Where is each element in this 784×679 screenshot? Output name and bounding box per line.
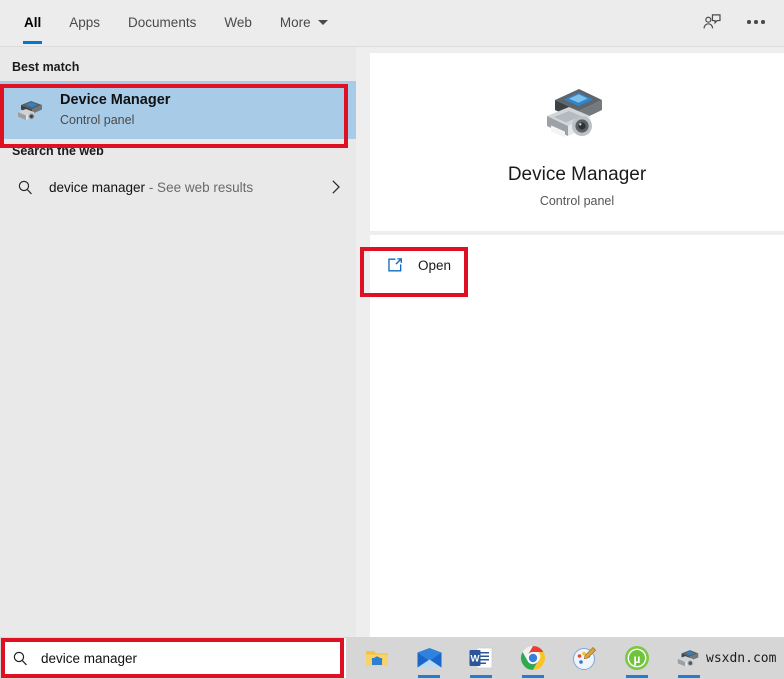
device-manager-icon xyxy=(539,76,615,151)
search-header: All Apps Documents Web More xyxy=(0,0,784,47)
taskbar-search[interactable]: device manager xyxy=(1,638,346,678)
web-result-row[interactable]: device manager - See web results xyxy=(0,165,356,209)
taskbar-icons: W µ xyxy=(360,637,706,679)
web-result-query: device manager xyxy=(49,179,146,195)
tab-web-label: Web xyxy=(224,14,252,30)
chevron-right-icon xyxy=(329,179,342,195)
open-button[interactable]: Open xyxy=(370,245,468,285)
running-indicator xyxy=(678,675,700,678)
feedback-person-icon[interactable] xyxy=(698,8,726,36)
taskbar-item-utorrent[interactable]: µ xyxy=(620,637,654,679)
windows-search-screen: All Apps Documents Web More Best match D… xyxy=(0,0,784,679)
preview-subtitle: Control panel xyxy=(539,194,615,209)
tab-more-label: More xyxy=(279,14,311,30)
running-indicator xyxy=(522,675,544,678)
web-result-label: device manager - See web results xyxy=(49,180,253,195)
running-indicator xyxy=(418,675,440,678)
open-button-label: Open xyxy=(418,257,452,273)
preview-actions: Open xyxy=(370,235,784,295)
svg-text:W: W xyxy=(471,654,480,665)
ellipsis-dots xyxy=(747,20,765,24)
taskbar-item-mail[interactable] xyxy=(412,637,446,679)
search-icon xyxy=(1,650,39,667)
site-watermark: wsxdn.com xyxy=(706,650,777,666)
results-pane: Best match Device Manager Control panel … xyxy=(0,47,356,637)
tab-all[interactable]: All xyxy=(10,0,55,44)
search-body: Best match Device Manager Control panel … xyxy=(0,47,784,637)
preview-pane: Device Manager Control panel Open xyxy=(356,47,784,637)
preview-empty-area xyxy=(370,295,784,637)
best-match-title: Device Manager xyxy=(60,91,171,108)
web-result-suffix: - See web results xyxy=(145,179,254,195)
search-icon xyxy=(12,179,38,196)
open-external-icon xyxy=(384,256,406,274)
preview-card: Device Manager Control panel xyxy=(370,53,784,231)
tab-documents-label: Documents xyxy=(128,14,197,30)
tab-all-label: All xyxy=(24,14,42,30)
tab-web[interactable]: Web xyxy=(210,0,266,44)
taskbar-item-paint[interactable] xyxy=(568,637,602,679)
tab-more[interactable]: More xyxy=(266,0,342,44)
tab-documents[interactable]: Documents xyxy=(114,0,210,44)
tab-apps[interactable]: Apps xyxy=(55,0,114,44)
search-the-web-heading: Search the web xyxy=(12,144,104,158)
search-flyout: All Apps Documents Web More Best match D… xyxy=(0,0,784,637)
preview-stack: Device Manager Control panel Open xyxy=(370,53,784,637)
running-indicator xyxy=(626,675,648,678)
best-match-text: Device Manager Control panel xyxy=(60,91,170,129)
taskbar-item-word[interactable]: W xyxy=(464,637,498,679)
taskbar: device manager W µ wsxdn.com xyxy=(0,637,784,679)
taskbar-item-chrome[interactable] xyxy=(516,637,550,679)
best-match-subtitle: Control panel xyxy=(60,113,135,127)
best-match-row[interactable]: Device Manager Control panel xyxy=(0,81,356,139)
preview-title: Device Manager xyxy=(507,163,647,185)
best-match-heading: Best match xyxy=(12,60,80,74)
svg-text:µ: µ xyxy=(634,652,641,666)
taskbar-item-device-manager[interactable] xyxy=(672,637,706,679)
device-manager-icon xyxy=(12,94,48,126)
ellipsis-icon[interactable] xyxy=(742,8,770,36)
taskbar-item-file-explorer[interactable] xyxy=(360,637,394,679)
tab-apps-label: Apps xyxy=(69,14,101,30)
search-tabs: All Apps Documents Web More xyxy=(0,0,342,44)
search-input-value: device manager xyxy=(41,650,138,666)
chevron-down-icon xyxy=(317,19,328,25)
running-indicator xyxy=(470,675,492,678)
header-actions xyxy=(698,0,784,44)
